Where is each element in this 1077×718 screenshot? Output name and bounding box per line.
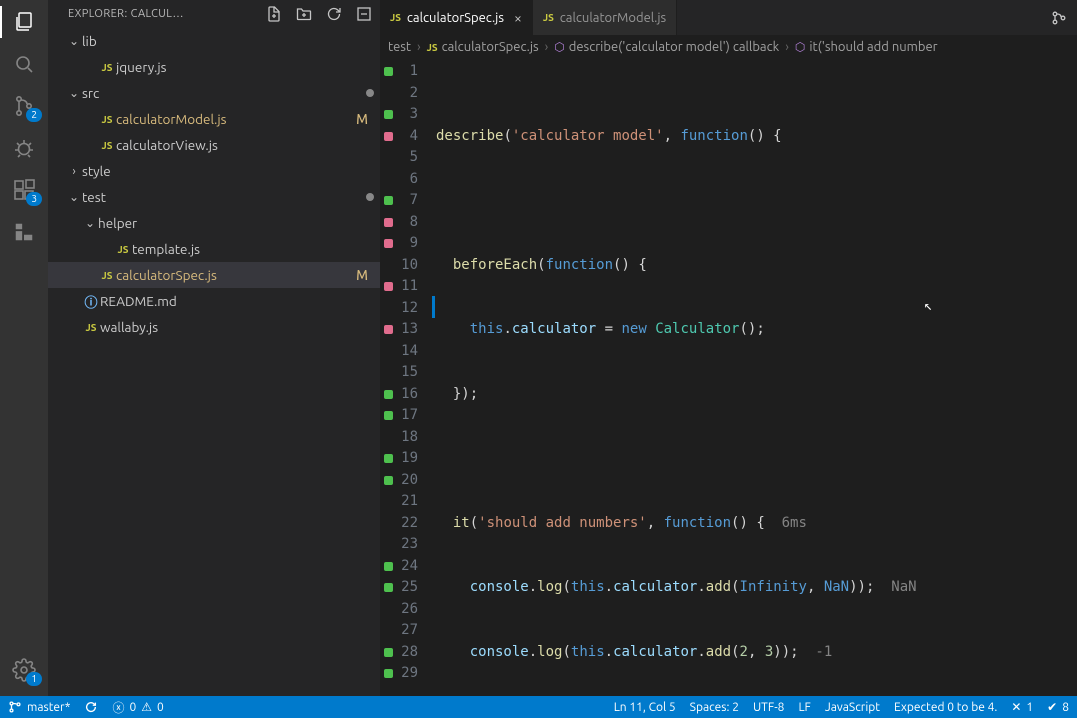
folder-lib[interactable]: ⌄lib xyxy=(48,28,380,54)
code-editor[interactable]: 1234567891011121314151617181920212223242… xyxy=(380,59,1077,696)
refresh-icon[interactable] xyxy=(326,6,342,22)
status-encoding[interactable]: UTF-8 xyxy=(753,701,784,714)
new-folder-icon[interactable] xyxy=(296,6,312,22)
test-gutter xyxy=(380,59,396,696)
file-calc-spec[interactable]: JScalculatorSpec.jsM xyxy=(48,262,380,288)
gear-icon[interactable]: 1 xyxy=(12,658,36,682)
editor-area: JScalculatorSpec.js× JScalculatorModel.j… xyxy=(380,0,1077,696)
tab-calc-model[interactable]: JScalculatorModel.js xyxy=(533,0,677,35)
tab-calc-spec[interactable]: JScalculatorSpec.js× xyxy=(380,0,533,35)
status-wallaby-msg[interactable]: Expected 0 to be 4. xyxy=(894,701,997,714)
compare-changes-icon[interactable] xyxy=(1041,0,1077,35)
status-cursor[interactable]: Ln 11, Col 5 xyxy=(614,701,676,714)
extensions-icon[interactable]: 3 xyxy=(12,178,36,202)
status-language[interactable]: JavaScript xyxy=(825,701,880,714)
breadcrumbs[interactable]: test› JScalculatorSpec.js› ⬡describe('ca… xyxy=(380,35,1077,59)
source-control-icon[interactable]: 2 xyxy=(12,94,36,118)
file-template[interactable]: JStemplate.js xyxy=(48,236,380,262)
wallaby-icon[interactable] xyxy=(12,220,36,244)
folder-test[interactable]: ⌄test xyxy=(48,184,380,210)
status-sync[interactable] xyxy=(84,700,98,714)
status-branch[interactable]: master* xyxy=(8,700,70,714)
mouse-cursor-icon: ↖ xyxy=(924,296,932,318)
status-problems[interactable]: ⓧ0⚠0 xyxy=(112,699,163,716)
git-modified-badge: M xyxy=(356,111,368,127)
file-readme[interactable]: ⓘREADME.md xyxy=(48,288,380,314)
file-wallaby[interactable]: JSwallaby.js xyxy=(48,314,380,340)
file-jquery[interactable]: JSjquery.js xyxy=(48,54,380,80)
debug-icon[interactable] xyxy=(12,136,36,160)
code-content[interactable]: describe('calculator model', function() … xyxy=(432,59,1077,696)
explorer-title: EXPLORER: CALCUL… xyxy=(68,8,266,20)
gear-badge: 1 xyxy=(26,672,42,686)
editor-tabs: JScalculatorSpec.js× JScalculatorModel.j… xyxy=(380,0,1077,35)
file-calc-view[interactable]: JScalculatorView.js xyxy=(48,132,380,158)
folder-dot-icon xyxy=(366,193,374,201)
explorer-sidebar: EXPLORER: CALCUL… ⌄lib JSjquery.js ⌄src … xyxy=(48,0,380,696)
activity-bar: 2 3 1 xyxy=(0,0,48,696)
close-icon[interactable]: × xyxy=(514,10,522,26)
ext-badge: 3 xyxy=(26,192,42,206)
line-numbers: 1234567891011121314151617181920212223242… xyxy=(396,59,432,696)
new-file-icon[interactable] xyxy=(266,6,282,22)
search-icon[interactable] xyxy=(12,52,36,76)
status-test-pass[interactable]: ✔8 xyxy=(1047,700,1069,714)
status-eol[interactable]: LF xyxy=(798,701,810,714)
explorer-header: EXPLORER: CALCUL… xyxy=(48,0,380,28)
scm-badge: 2 xyxy=(26,108,42,122)
file-tree: ⌄lib JSjquery.js ⌄src JScalculatorModel.… xyxy=(48,28,380,696)
explorer-icon[interactable] xyxy=(12,10,36,34)
git-modified-badge: M xyxy=(356,267,368,283)
folder-dot-icon xyxy=(366,89,374,97)
status-bar: master* ⓧ0⚠0 Ln 11, Col 5 Spaces: 2 UTF-… xyxy=(0,696,1077,718)
collapse-icon[interactable] xyxy=(356,6,372,22)
file-calc-model[interactable]: JScalculatorModel.jsM xyxy=(48,106,380,132)
folder-helper[interactable]: ⌄helper xyxy=(48,210,380,236)
status-test-fail[interactable]: ✕1 xyxy=(1011,700,1033,714)
folder-style[interactable]: ›style xyxy=(48,158,380,184)
status-spaces[interactable]: Spaces: 2 xyxy=(690,701,739,714)
folder-src[interactable]: ⌄src xyxy=(48,80,380,106)
